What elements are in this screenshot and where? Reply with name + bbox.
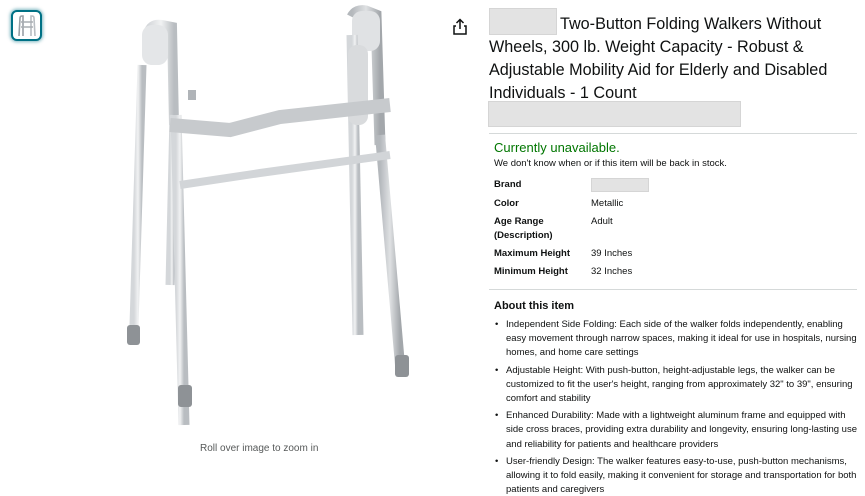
product-title: Two-Button Folding Walkers Without Wheel… (489, 8, 861, 105)
spec-value: 39 Inches (591, 248, 633, 259)
spec-row-min-height: Minimum Height 32 Inches (494, 265, 854, 283)
list-item: Enhanced Durability: Made with a lightwe… (494, 409, 859, 452)
spec-value: Adult (591, 216, 613, 227)
redacted-brand (489, 8, 557, 35)
spec-key: Minimum Height (494, 266, 568, 277)
folding-walker-image[interactable] (90, 5, 430, 435)
spec-key: Color (494, 198, 519, 209)
walker-thumbnail-icon (17, 14, 36, 36)
list-item: Adjustable Height: With push-button, hei… (494, 364, 859, 407)
spec-key: Maximum Height (494, 248, 571, 259)
zoom-hint: Roll over image to zoom in (200, 443, 319, 454)
redacted-store-link[interactable] (488, 101, 741, 127)
spec-row-max-height: Maximum Height 39 Inches (494, 247, 854, 265)
divider (489, 289, 857, 290)
share-icon[interactable] (452, 18, 468, 36)
spec-row-age-range: Age Range (Description) Adult (494, 215, 854, 247)
spec-row-brand: Brand (494, 178, 854, 197)
spec-key: Age Range (Description) (494, 216, 553, 241)
about-title: About this item (494, 300, 575, 312)
image-thumbnail[interactable] (11, 10, 42, 41)
redacted-brand-value (591, 178, 649, 192)
stock-note: We don't know when or if this item will … (494, 158, 727, 169)
availability-status: Currently unavailable. (494, 140, 620, 155)
spec-value: Metallic (591, 198, 624, 209)
divider (489, 133, 857, 134)
spec-key: Brand (494, 179, 522, 190)
list-item: Independent Side Folding: Each side of t… (494, 318, 859, 361)
product-specs: Brand Color Metallic Age Range (Descript… (494, 178, 854, 283)
spec-row-color: Color Metallic (494, 197, 854, 215)
spec-value: 32 Inches (591, 266, 633, 277)
list-item: User-friendly Design: The walker feature… (494, 455, 859, 496)
about-bullets: Independent Side Folding: Each side of t… (494, 318, 859, 496)
